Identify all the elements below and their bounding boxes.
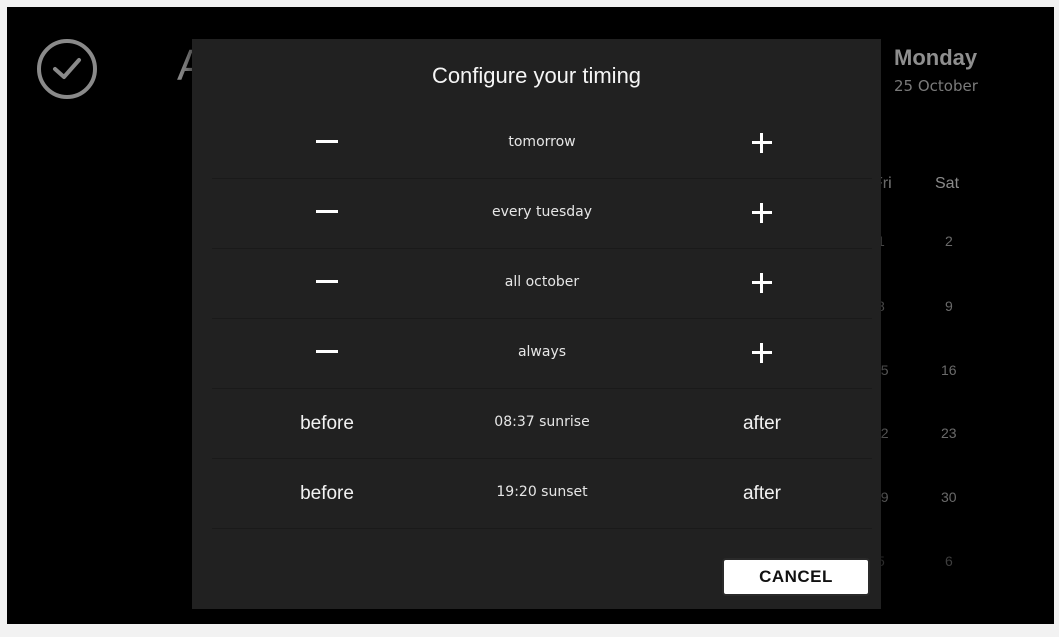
- timing-label: always: [517, 344, 567, 360]
- checkmark-icon: [53, 58, 81, 79]
- timing-row-every-tuesday: every tuesday: [212, 179, 872, 249]
- decrement-button[interactable]: [282, 179, 372, 249]
- increment-button[interactable]: [717, 249, 807, 319]
- plus-icon: [752, 342, 772, 363]
- minus-icon: [316, 140, 338, 144]
- plus-icon: [752, 202, 772, 223]
- timing-label: 19:20 sunset: [496, 484, 588, 500]
- before-sunset-button[interactable]: before: [282, 459, 372, 529]
- check-circle-icon[interactable]: [37, 39, 97, 99]
- after-sunrise-button[interactable]: after: [717, 389, 807, 459]
- decrement-button[interactable]: [282, 249, 372, 319]
- timing-row-sunrise: before 08:37 sunrise after: [212, 389, 872, 459]
- calendar-day[interactable]: 6: [945, 553, 953, 569]
- dialog-title: Configure your timing: [431, 63, 642, 88]
- calendar-day[interactable]: 23: [941, 425, 957, 441]
- decrement-button[interactable]: [282, 109, 372, 179]
- before-sunrise-button[interactable]: before: [282, 389, 372, 459]
- app-screen: A Monday 25 October Fri Sat 1 2 8 9 15 1…: [7, 7, 1054, 624]
- timing-dialog: Configure your timing tomorrow every tue…: [192, 39, 881, 609]
- timing-row-all-october: all october: [212, 249, 872, 319]
- calendar-day[interactable]: 16: [941, 362, 957, 378]
- timing-row-tomorrow: tomorrow: [212, 109, 872, 179]
- increment-button[interactable]: [717, 179, 807, 249]
- calendar-header-sat: Sat: [935, 175, 960, 192]
- timing-label: tomorrow: [508, 134, 576, 150]
- timing-row-sunset: before 19:20 sunset after: [212, 459, 872, 529]
- timing-label: every tuesday: [491, 204, 593, 220]
- decrement-button[interactable]: [282, 319, 372, 389]
- cancel-button[interactable]: CANCEL: [722, 558, 870, 596]
- timing-label: all october: [504, 274, 580, 290]
- calendar-day[interactable]: 9: [945, 298, 953, 314]
- plus-icon: [752, 132, 772, 153]
- minus-icon: [316, 210, 338, 214]
- plus-icon: [752, 272, 772, 293]
- increment-button[interactable]: [717, 319, 807, 389]
- minus-icon: [316, 280, 338, 284]
- timing-row-always: always: [212, 319, 872, 389]
- timing-options: tomorrow every tuesday all october alway…: [212, 109, 872, 529]
- calendar-day[interactable]: 2: [945, 233, 953, 249]
- minus-icon: [316, 350, 338, 354]
- day-name: Monday: [894, 45, 978, 70]
- increment-button[interactable]: [717, 109, 807, 179]
- timing-label: 08:37 sunrise: [494, 414, 590, 430]
- after-sunset-button[interactable]: after: [717, 459, 807, 529]
- calendar-day[interactable]: 30: [941, 489, 957, 505]
- date-label: 25 October: [894, 77, 978, 95]
